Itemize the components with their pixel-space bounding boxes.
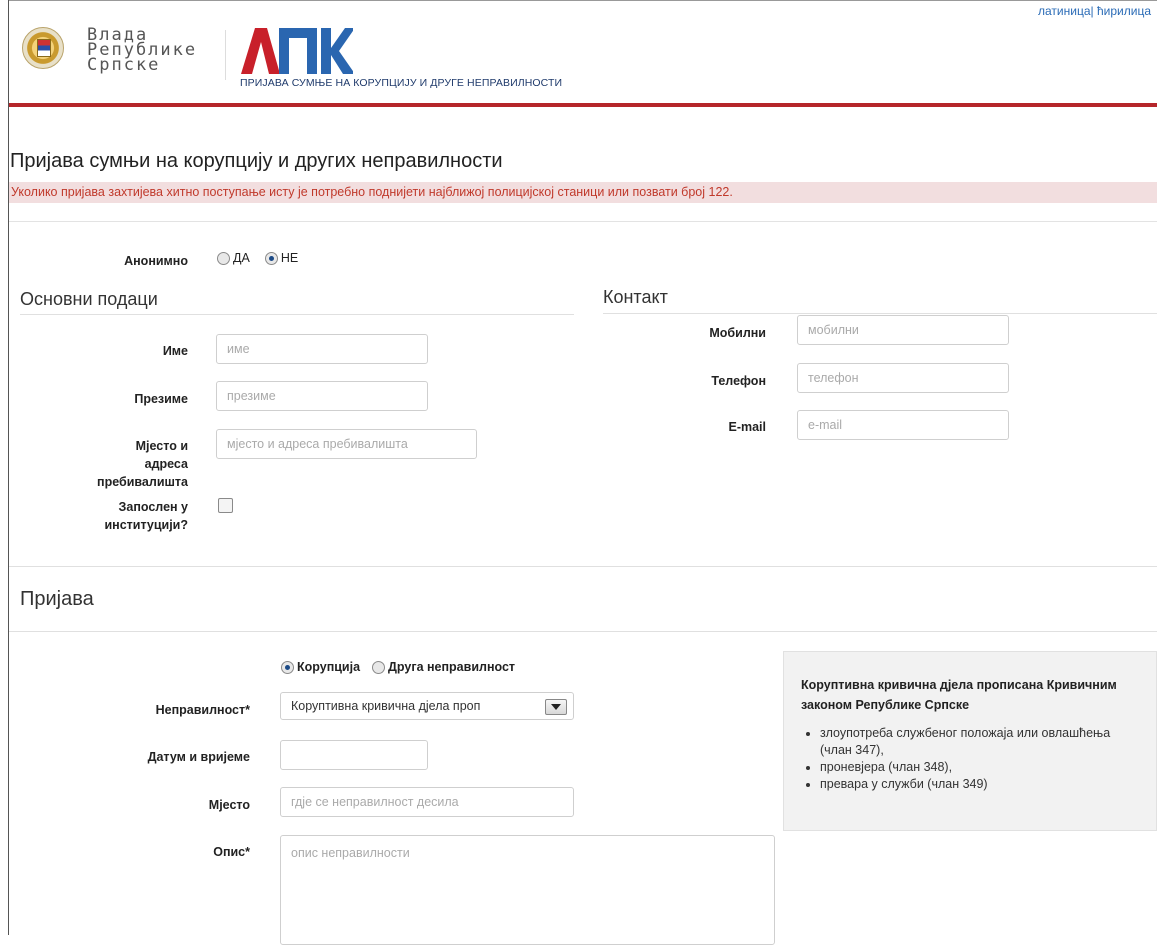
irregularity-select[interactable]: Коруптивна кривична дјела проп: [280, 692, 574, 720]
anonymous-radio-group: ДА НЕ: [217, 251, 298, 265]
phone-label: Телефон: [711, 374, 766, 388]
lang-separator: |: [1090, 4, 1094, 18]
divider: [9, 221, 1157, 222]
name-input[interactable]: [216, 334, 428, 364]
employed-label: Запослен у институцији?: [60, 498, 188, 534]
other-irregularity-label[interactable]: Друга неправилност: [388, 660, 515, 674]
place-label: Мјесто: [208, 798, 250, 812]
irregularity-label: Неправилност*: [155, 703, 250, 717]
cyrillic-link[interactable]: ћирилица: [1097, 4, 1151, 18]
irregularity-select-value: Коруптивна кривична дјела проп: [291, 699, 481, 713]
datetime-label: Датум и вријеме: [147, 750, 250, 764]
mobile-label: Мобилни: [709, 326, 766, 340]
anonymous-no-radio[interactable]: [264, 251, 278, 265]
email-input[interactable]: [797, 410, 1009, 440]
latin-link[interactable]: латиница: [1038, 4, 1091, 18]
report-title: Пријава: [20, 588, 94, 610]
place-input[interactable]: [280, 787, 574, 817]
other-irregularity-radio[interactable]: [372, 660, 386, 674]
report-divider: [9, 631, 1157, 632]
language-switcher: латиница| ћирилица: [1038, 4, 1151, 18]
address-label: Мјесто и адреса пребивалишта: [60, 437, 188, 491]
anonymous-yes-radio[interactable]: [217, 251, 230, 265]
anonymous-no-label[interactable]: НЕ: [281, 251, 298, 265]
contact-divider: [603, 313, 1157, 314]
report-type-radio-group: Корупција Друга неправилност: [281, 660, 515, 674]
contact-title: Контакт: [603, 287, 668, 307]
urgent-alert: Уколико пријава захтијева хитно поступањ…: [9, 182, 1157, 203]
gov-name[interactable]: Влада Републике Српске: [87, 27, 197, 75]
report-top-divider: [9, 566, 1157, 567]
corruption-label[interactable]: Корупција: [297, 660, 360, 674]
surname-input[interactable]: [216, 381, 428, 411]
header-accent-bar: [9, 103, 1157, 107]
chevron-down-icon[interactable]: [545, 699, 567, 715]
corruption-radio[interactable]: [281, 660, 294, 674]
surname-label: Презиме: [134, 392, 188, 406]
info-box: Коруптивна кривична дјела прописана Крив…: [783, 651, 1157, 831]
info-title: Коруптивна кривична дјела прописана Крив…: [801, 678, 1117, 712]
employed-label-line-1: Запослен у: [118, 500, 188, 514]
employed-label-line-2: институцији?: [104, 518, 188, 532]
address-input[interactable]: [216, 429, 477, 459]
frame-left-border: [8, 0, 9, 935]
info-list: злоупотреба службеног положаја или овлаш…: [804, 725, 1140, 793]
info-list-item: превара у служби (члан 349): [820, 776, 1140, 793]
datetime-input[interactable]: [280, 740, 428, 770]
gov-name-line-3: Српске: [87, 55, 161, 75]
page-title: Пријава сумњи на корупцију и других непр…: [10, 150, 503, 172]
info-list-item: проневјера (члан 348),: [820, 759, 1140, 776]
coat-of-arms-icon[interactable]: [22, 27, 64, 69]
info-list-item: злоупотреба службеног положаја или овлаш…: [820, 725, 1140, 759]
apk-logo[interactable]: [233, 22, 353, 80]
employed-checkbox[interactable]: [218, 498, 233, 513]
mobile-input[interactable]: [797, 315, 1009, 345]
name-label: Име: [162, 344, 188, 358]
apk-subtitle: ПРИЈАВА СУМЊЕ НА КОРУПЦИЈУ И ДРУГЕ НЕПРА…: [240, 77, 563, 89]
basic-data-title: Основни подаци: [20, 289, 158, 309]
description-textarea[interactable]: [280, 835, 775, 945]
email-label: E-mail: [728, 420, 766, 434]
address-label-line-2: адреса пребивалишта: [97, 457, 188, 489]
anonymous-yes-label[interactable]: ДА: [233, 251, 250, 265]
basic-data-divider: [20, 314, 574, 315]
description-label: Опис*: [213, 845, 250, 859]
logo-divider: [225, 30, 226, 80]
phone-input[interactable]: [797, 363, 1009, 393]
anonymous-label: Анонимно: [124, 254, 188, 268]
address-label-line-1: Мјесто и: [135, 439, 188, 453]
